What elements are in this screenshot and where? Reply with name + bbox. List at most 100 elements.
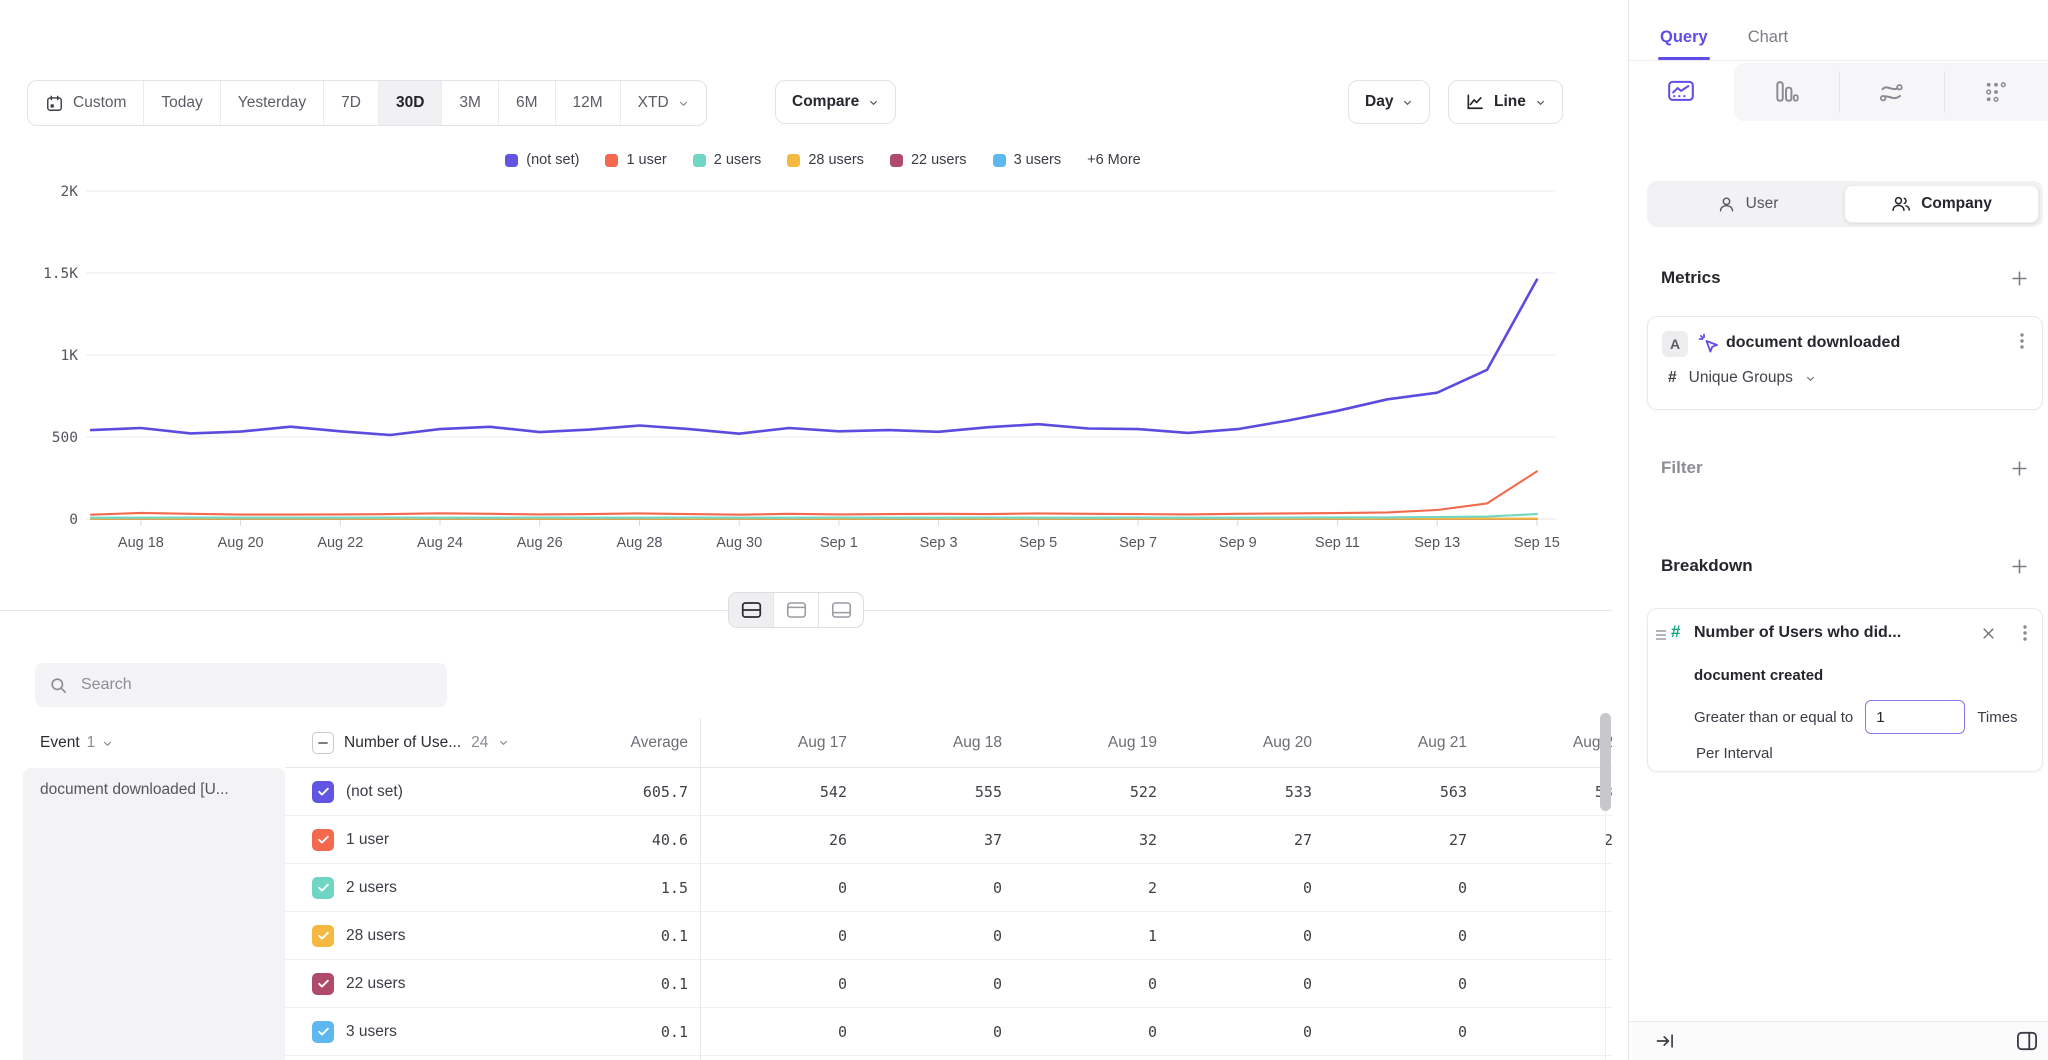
series-row[interactable]: 28 users <box>285 912 545 960</box>
more-chart-types-tab[interactable] <box>1984 80 2009 105</box>
user-toggle[interactable]: User <box>1651 185 1844 223</box>
series-checkbox[interactable] <box>312 973 334 995</box>
series-row[interactable]: 2 users <box>285 864 545 912</box>
svg-text:Aug 24: Aug 24 <box>417 535 463 551</box>
event-column-header[interactable]: Event1 <box>0 718 285 768</box>
metric-event-name[interactable]: document downloaded <box>1726 334 1900 352</box>
range-12m[interactable]: 12M <box>555 81 620 125</box>
series-line[interactable] <box>91 280 1537 435</box>
range-30d[interactable]: 30D <box>378 81 441 125</box>
cell-value: 0 <box>855 1008 1010 1056</box>
chart-only-toggle[interactable] <box>773 593 818 627</box>
series-column-header[interactable]: Number of Use...24 <box>285 718 545 768</box>
compare-button[interactable]: Compare <box>775 80 896 124</box>
event-cell[interactable]: document downloaded [U... <box>23 768 285 1060</box>
measure-label: Unique Groups <box>1689 369 1793 387</box>
tab-query[interactable]: Query <box>1660 28 1708 60</box>
add-filter-button[interactable] <box>2011 460 2028 477</box>
flow-chart-tab[interactable] <box>1878 79 1905 106</box>
bar-chart-tab[interactable] <box>1773 79 1799 105</box>
range-yesterday[interactable]: Yesterday <box>220 81 323 125</box>
date-column-header[interactable]: Aug 22 <box>1475 718 1612 768</box>
check-icon <box>316 880 331 895</box>
range-today[interactable]: Today <box>143 81 219 125</box>
chart-type-button[interactable]: Line <box>1448 80 1563 124</box>
panel-right-icon[interactable] <box>2016 1031 2038 1051</box>
condition-label[interactable]: Greater than or equal to <box>1694 709 1853 726</box>
scrollbar-thumb[interactable] <box>1600 713 1611 811</box>
line-chart-icon <box>1668 79 1695 106</box>
range-7d[interactable]: 7D <box>323 81 378 125</box>
cell-value: 0 <box>1320 960 1475 1008</box>
company-toggle[interactable]: Company <box>1844 185 2039 223</box>
date-column-header[interactable]: Aug 18 <box>855 718 1010 768</box>
svg-text:Aug 20: Aug 20 <box>218 535 264 551</box>
cell-value: 0 <box>1010 1008 1165 1056</box>
cell-value: 0 <box>1475 1008 1612 1056</box>
cell-value: 0 <box>1165 1008 1320 1056</box>
add-breakdown-button[interactable] <box>2011 558 2028 575</box>
date-column-header[interactable]: Aug 20 <box>1165 718 1320 768</box>
cell-value: 28 <box>1475 816 1612 864</box>
range-xtd[interactable]: XTD <box>620 81 706 125</box>
average-value: 0.1 <box>545 912 700 960</box>
range-3m[interactable]: 3M <box>441 81 498 125</box>
tab-chart[interactable]: Chart <box>1748 28 1788 60</box>
calendar-icon <box>45 94 64 113</box>
add-metric-button[interactable] <box>2011 270 2028 287</box>
drag-handle-icon[interactable] <box>1655 629 1667 641</box>
split-view-icon <box>741 601 762 619</box>
date-column-header[interactable]: Aug 17 <box>700 718 855 768</box>
cell-value: 542 <box>700 768 855 816</box>
measure-selector[interactable]: # Unique Groups <box>1668 369 1816 387</box>
svg-text:Sep 11: Sep 11 <box>1315 535 1360 551</box>
date-column-header[interactable]: Aug 21 <box>1320 718 1475 768</box>
indeterminate-icon <box>316 736 330 750</box>
collapse-panel-icon[interactable] <box>1655 1031 1675 1051</box>
chevron-down-icon <box>498 737 509 748</box>
date-column-header[interactable]: Aug 19 <box>1010 718 1165 768</box>
split-view-toggle[interactable] <box>729 593 773 627</box>
series-row[interactable]: 22 users <box>285 960 545 1008</box>
kebab-menu-icon[interactable] <box>2014 332 2030 350</box>
cell-value: 1 <box>1010 912 1165 960</box>
breakdown-title[interactable]: Number of Users who did... <box>1694 624 1901 642</box>
times-label: Times <box>1977 709 2017 726</box>
times-input[interactable] <box>1865 700 1965 734</box>
range-custom[interactable]: Custom <box>28 81 143 125</box>
per-interval-label[interactable]: Per Interval <box>1696 745 1773 762</box>
series-checkbox[interactable] <box>312 925 334 947</box>
hash-icon: # <box>1668 369 1677 387</box>
panel-tabs: Query Chart <box>1629 0 2048 61</box>
line-chart-icon <box>1465 92 1485 112</box>
select-all-checkbox[interactable] <box>312 732 334 754</box>
series-checkbox[interactable] <box>312 877 334 899</box>
series-line[interactable] <box>91 471 1537 514</box>
search-box <box>35 663 447 707</box>
series-checkbox[interactable] <box>312 1021 334 1043</box>
kebab-menu-icon[interactable] <box>2017 624 2033 642</box>
company-icon <box>1891 194 1911 214</box>
cell-value: 563 <box>1320 768 1475 816</box>
breakdown-card[interactable]: # Number of Users who did... document cr… <box>1647 608 2043 772</box>
svg-text:500: 500 <box>52 430 78 446</box>
line-chart-tab[interactable] <box>1668 79 1695 106</box>
breakdown-event-name[interactable]: document created <box>1694 667 1823 684</box>
metric-badge: A <box>1662 331 1688 357</box>
series-row[interactable]: 3 users <box>285 1008 545 1056</box>
line-chart[interactable]: 05001K1.5K2KAug 18Aug 20Aug 22Aug 24Aug … <box>0 140 1628 560</box>
cell-value: 535 <box>1475 768 1612 816</box>
table-only-toggle[interactable] <box>818 593 863 627</box>
series-checkbox[interactable] <box>312 829 334 851</box>
range-6m[interactable]: 6M <box>498 81 555 125</box>
series-row[interactable]: 1 user <box>285 816 545 864</box>
metric-card[interactable]: A document downloaded # Unique Groups <box>1647 316 2043 410</box>
interval-button[interactable]: Day <box>1348 80 1430 124</box>
average-column-header[interactable]: Average <box>545 718 700 768</box>
series-row[interactable]: (not set) <box>285 768 545 816</box>
chevron-down-icon <box>678 98 689 109</box>
cell-value: 0 <box>855 960 1010 1008</box>
search-input[interactable] <box>79 675 433 695</box>
close-icon[interactable] <box>1981 626 1996 641</box>
series-checkbox[interactable] <box>312 781 334 803</box>
